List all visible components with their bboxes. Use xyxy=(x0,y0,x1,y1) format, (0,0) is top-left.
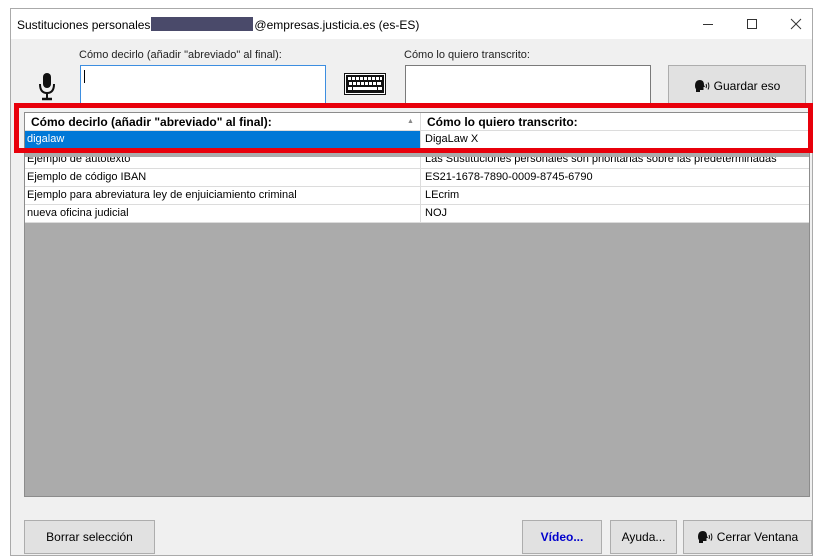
main-window: Sustituciones personales @empresas.justic… xyxy=(10,8,813,556)
transcribe-label: Cómo lo quiero transcrito: xyxy=(404,49,530,61)
cell-transcribed[interactable]: Las Sustituciones personales son priorit… xyxy=(421,157,809,168)
cell-transcribed[interactable]: NOJ xyxy=(421,205,809,222)
window-title: Sustituciones personales @empresas.justic… xyxy=(17,17,419,32)
say-input[interactable] xyxy=(80,65,326,107)
maximize-icon xyxy=(747,19,757,29)
grid-header: Cómo decirlo (añadir "abreviado" al fina… xyxy=(25,113,809,131)
speaking-head-icon xyxy=(697,531,713,543)
cell-transcribed[interactable]: LEcrim xyxy=(421,187,809,204)
substitutions-grid: Cómo decirlo (añadir "abreviado" al fina… xyxy=(24,112,810,497)
cell-say[interactable]: nueva oficina judicial xyxy=(25,205,421,222)
close-button[interactable] xyxy=(774,9,813,39)
cell-say[interactable]: digalaw xyxy=(25,131,421,148)
minimize-icon xyxy=(703,24,713,25)
speaking-head-icon xyxy=(694,80,710,92)
cell-transcribed[interactable]: DigaLaw X xyxy=(421,131,809,148)
minimize-button[interactable] xyxy=(686,9,730,39)
transcribe-input[interactable] xyxy=(405,65,651,107)
title-bar: Sustituciones personales @empresas.justic… xyxy=(11,9,812,39)
table-row[interactable]: Ejemplo de código IBAN ES21-1678-7890-00… xyxy=(25,169,809,187)
microphone-icon[interactable] xyxy=(39,73,55,101)
cell-transcribed[interactable]: ES21-1678-7890-0009-8745-6790 xyxy=(421,169,809,186)
close-icon xyxy=(790,18,802,30)
window-title-prefix: Sustituciones personales xyxy=(17,18,151,32)
save-button-label: Guardar eso xyxy=(713,79,781,93)
delete-selection-button[interactable]: Borrar selección xyxy=(24,520,155,554)
text-caret xyxy=(84,70,85,83)
table-row[interactable]: digalaw DigaLaw X xyxy=(25,131,809,149)
table-row[interactable]: Ejemplo de autotexto Las Sustituciones p… xyxy=(25,157,809,169)
video-button-label: Vídeo... xyxy=(540,530,584,544)
close-window-button[interactable]: Cerrar Ventana xyxy=(683,520,812,554)
column-header-transcribed[interactable]: Cómo lo quiero transcrito: xyxy=(421,113,809,131)
window-title-suffix: @empresas.justicia.es (es-ES) xyxy=(254,18,420,32)
sort-ascending-icon: ▲ xyxy=(407,118,414,125)
help-button-label: Ayuda... xyxy=(621,530,666,544)
save-button[interactable]: Guardar eso xyxy=(668,65,806,107)
help-button[interactable]: Ayuda... xyxy=(610,520,677,554)
cell-say[interactable]: Ejemplo de código IBAN xyxy=(25,169,421,186)
redacted-email xyxy=(151,17,254,31)
table-row[interactable]: Ejemplo para abreviatura ley de enjuicia… xyxy=(25,187,809,205)
close-window-label: Cerrar Ventana xyxy=(716,530,799,544)
column-header-say[interactable]: Cómo decirlo (añadir "abreviado" al fina… xyxy=(25,113,421,131)
say-label: Cómo decirlo (añadir "abreviado" al fina… xyxy=(79,49,282,61)
video-button[interactable]: Vídeo... xyxy=(522,520,602,554)
cell-say[interactable]: Ejemplo de autotexto xyxy=(25,157,421,168)
cell-say[interactable]: Ejemplo para abreviatura ley de enjuicia… xyxy=(25,187,421,204)
keyboard-icon[interactable] xyxy=(344,73,386,95)
table-row[interactable]: nueva oficina judicial NOJ xyxy=(25,205,809,223)
delete-selection-label: Borrar selección xyxy=(46,530,133,544)
maximize-button[interactable] xyxy=(730,9,774,39)
